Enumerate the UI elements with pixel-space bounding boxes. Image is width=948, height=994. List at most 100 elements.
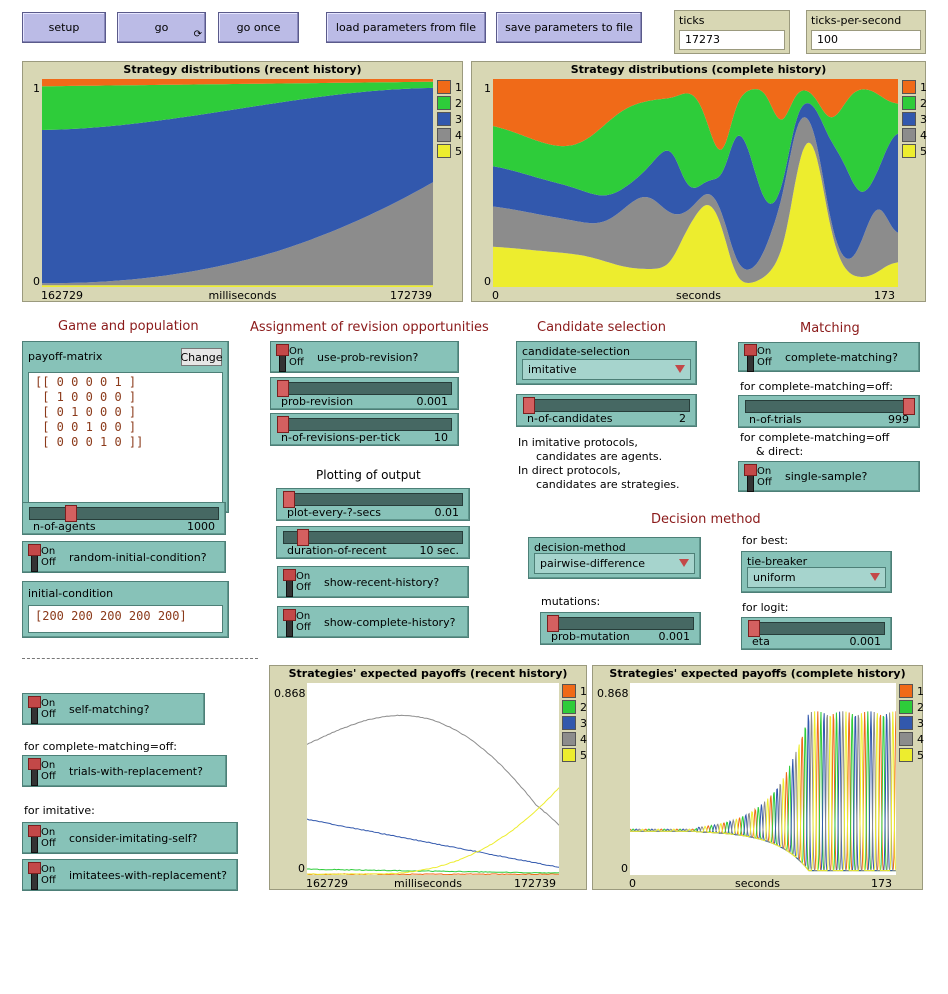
imitatees-with-replacement-switch[interactable]: On Off imitatees-with-replacement? <box>22 859 238 891</box>
tie-breaker-chooser[interactable]: tie-breaker uniform <box>741 551 892 593</box>
legend-label: 1 <box>580 685 587 698</box>
slider-track[interactable] <box>277 382 452 395</box>
complete-matching-switch[interactable]: On Off complete-matching? <box>738 342 920 372</box>
switch-label: show-recent-history? <box>324 576 439 589</box>
consider-imitating-self-switch[interactable]: On Off consider-imitating-self? <box>22 822 238 854</box>
chooser-value-box[interactable]: imitative <box>522 359 691 380</box>
single-sample-switch[interactable]: On Off single-sample? <box>738 461 920 492</box>
eta-slider[interactable]: eta 0.001 <box>741 617 892 650</box>
legend-item: 4 <box>902 127 927 143</box>
show-recent-history-switch[interactable]: On Off show-recent-history? <box>277 566 469 598</box>
go-button[interactable]: go ⟳ <box>117 12 206 43</box>
switch-knob[interactable] <box>283 569 294 595</box>
switch-knob[interactable] <box>28 825 39 851</box>
initial-condition-input[interactable]: initial-condition [200 200 200 200 200] <box>22 581 229 638</box>
switch-knob[interactable] <box>28 696 39 722</box>
use-prob-revision-switch[interactable]: On Off use-prob-revision? <box>270 341 459 373</box>
switch-on-off: On Off <box>41 760 63 782</box>
protocols-note: In imitative protocols, candidates are a… <box>518 436 680 492</box>
note-line: In direct protocols, <box>518 464 680 478</box>
slider-track[interactable] <box>283 531 463 544</box>
prob-mutation-slider[interactable]: prob-mutation 0.001 <box>540 612 701 645</box>
payoff-matrix-input[interactable]: payoff-matrix Change [[ 0 0 0 0 1 ] [ 1 … <box>22 341 229 513</box>
slider-track[interactable] <box>745 400 913 413</box>
payoff-line-s5 <box>307 788 559 875</box>
legend-item: 1 <box>899 683 924 699</box>
slider-track[interactable] <box>283 493 463 506</box>
n-of-agents-slider[interactable]: n-of-agents 1000 <box>22 502 226 535</box>
n-of-trials-slider[interactable]: n-of-trials 999 <box>738 395 920 428</box>
plot-title: Strategies' expected payoffs (complete h… <box>593 667 922 680</box>
slider-value: 10 <box>434 431 448 444</box>
note-line: & direct: <box>740 445 889 459</box>
chooser-value-box[interactable]: uniform <box>747 567 886 588</box>
note-complete-matching-off-2: for complete-matching=off: <box>24 740 177 753</box>
legend-label: 3 <box>580 717 587 730</box>
legend-label: 2 <box>920 97 927 110</box>
duration-of-recent-slider[interactable]: duration-of-recent 10 sec. <box>276 526 470 559</box>
legend-label: 5 <box>920 145 927 158</box>
heading-candidate-selection: Candidate selection <box>537 320 666 335</box>
plot-canvas <box>493 79 898 287</box>
legend-swatch <box>562 732 576 746</box>
note-line: candidates are strategies. <box>518 478 680 492</box>
decision-method-chooser[interactable]: decision-method pairwise-difference <box>528 537 701 579</box>
show-complete-history-switch[interactable]: On Off show-complete-history? <box>277 606 469 638</box>
switch-knob[interactable] <box>28 758 39 784</box>
prob-revision-slider[interactable]: prob-revision 0.001 <box>270 377 459 410</box>
x-max-label: 172739 <box>514 877 556 890</box>
chevron-down-icon <box>870 573 880 581</box>
legend-item: 4 <box>437 127 462 143</box>
slider-track[interactable] <box>523 399 690 412</box>
switch-knob[interactable] <box>28 544 39 570</box>
plot-legend: 1 2 3 4 5 <box>562 683 587 763</box>
slider-name: n-of-revisions-per-tick <box>281 431 400 444</box>
chevron-down-icon <box>679 559 689 567</box>
legend-swatch <box>562 684 576 698</box>
setup-button[interactable]: setup <box>22 12 106 43</box>
go-once-button[interactable]: go once <box>218 12 299 43</box>
trials-with-replacement-switch[interactable]: On Off trials-with-replacement? <box>22 755 227 787</box>
switch-knob[interactable] <box>283 609 294 635</box>
change-button[interactable]: Change <box>181 348 222 366</box>
switch-knob[interactable] <box>28 862 39 888</box>
plot-title: Strategies' expected payoffs (recent his… <box>270 667 586 680</box>
legend-label: 2 <box>580 701 587 714</box>
legend-swatch <box>562 700 576 714</box>
n-of-revisions-per-tick-slider[interactable]: n-of-revisions-per-tick 10 <box>270 413 459 446</box>
random-initial-condition-switch[interactable]: On Off random-initial-condition? <box>22 541 226 573</box>
slider-name: prob-mutation <box>551 630 630 643</box>
ticks-monitor: ticks 17273 <box>674 10 790 54</box>
initial-condition-field[interactable]: [200 200 200 200 200] <box>28 605 223 633</box>
go-label: go <box>155 21 169 34</box>
plot-legend: 1 2 3 4 5 <box>899 683 924 763</box>
switch-knob[interactable] <box>744 464 755 490</box>
n-of-candidates-slider[interactable]: n-of-candidates 2 <box>516 394 697 427</box>
slider-track[interactable] <box>277 418 452 431</box>
save-parameters-button[interactable]: save parameters to file <box>496 12 642 43</box>
slider-track[interactable] <box>29 507 219 520</box>
switch-on-off: On Off <box>289 346 311 368</box>
note-line: candidates are agents. <box>518 450 680 464</box>
chooser-name: candidate-selection <box>522 345 630 358</box>
load-parameters-button[interactable]: load parameters from file <box>326 12 486 43</box>
plot-every-secs-slider[interactable]: plot-every-?-secs 0.01 <box>276 488 470 521</box>
slider-track[interactable] <box>547 617 694 630</box>
payoff-matrix-editor[interactable]: [[ 0 0 0 0 1 ] [ 1 0 0 0 0 ] [ 0 1 0 0 0… <box>28 372 223 509</box>
chooser-value-box[interactable]: pairwise-difference <box>534 553 695 574</box>
slider-track[interactable] <box>748 622 885 635</box>
legend-swatch <box>899 700 913 714</box>
switch-knob[interactable] <box>744 344 755 370</box>
legend-swatch <box>437 80 451 94</box>
legend-swatch <box>437 144 451 158</box>
switch-knob[interactable] <box>276 344 287 370</box>
plot-legend: 1 2 3 4 5 <box>902 79 927 159</box>
self-matching-switch[interactable]: On Off self-matching? <box>22 693 205 725</box>
switch-on-off: On Off <box>296 611 318 633</box>
legend-swatch <box>902 96 916 110</box>
legend-label: 2 <box>917 701 924 714</box>
candidate-selection-chooser[interactable]: candidate-selection imitative <box>516 341 697 385</box>
legend-label: 4 <box>920 129 927 142</box>
legend-swatch <box>902 80 916 94</box>
note-for-best: for best: <box>742 534 788 547</box>
